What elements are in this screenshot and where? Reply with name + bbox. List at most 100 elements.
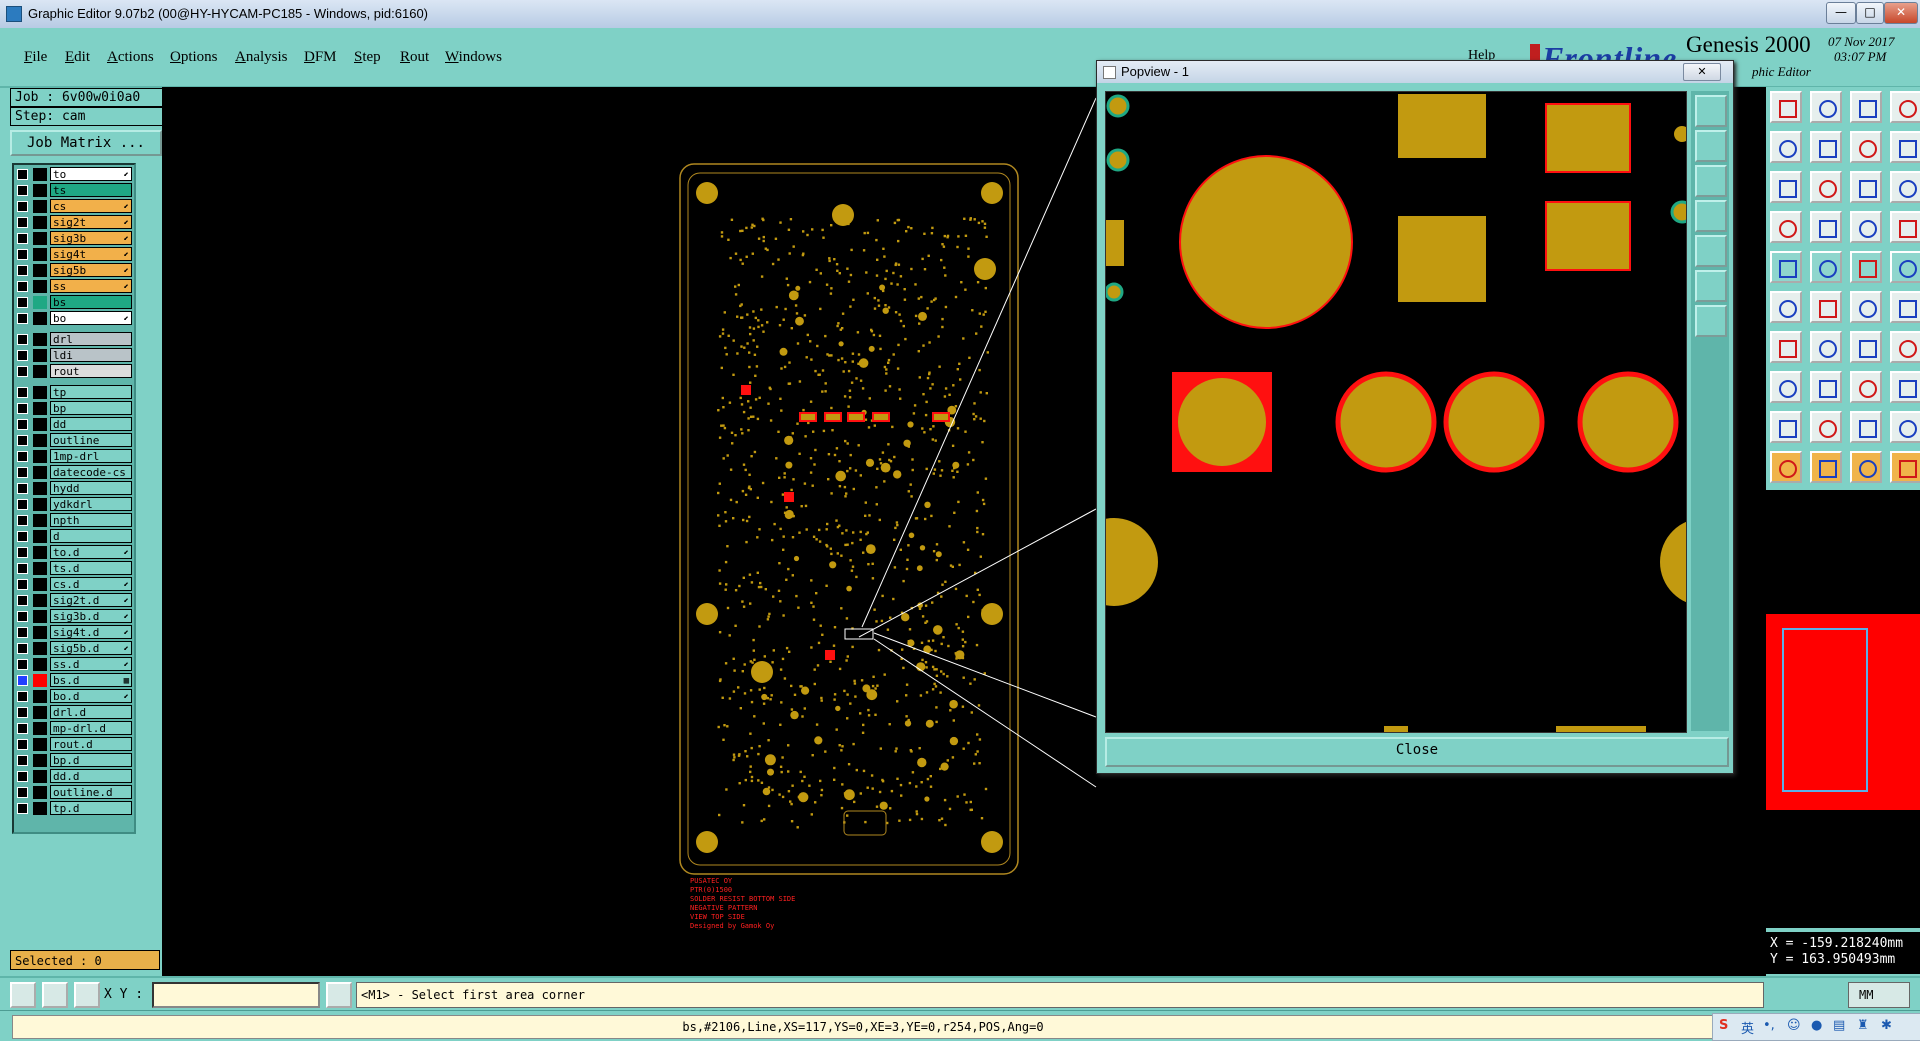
tool-button[interactable] <box>1890 91 1920 123</box>
layer-checkbox[interactable] <box>17 233 28 244</box>
layer-checkbox[interactable] <box>17 387 28 398</box>
measure-icon[interactable] <box>42 982 68 1008</box>
tool-button[interactable] <box>1810 291 1842 323</box>
layer-color-swatch[interactable] <box>33 498 47 511</box>
layer-row[interactable]: rout <box>14 364 134 379</box>
layer-name[interactable]: rout <box>50 364 132 378</box>
layer-color-swatch[interactable] <box>33 802 47 815</box>
popview-tool-button[interactable] <box>1695 95 1727 127</box>
layer-row[interactable]: datecode-cs <box>14 465 134 480</box>
layer-color-swatch[interactable] <box>33 482 47 495</box>
layer-checkbox[interactable] <box>17 723 28 734</box>
layer-color-swatch[interactable] <box>33 738 47 751</box>
layer-checkbox[interactable] <box>17 771 28 782</box>
snap-icon[interactable] <box>10 982 36 1008</box>
tool-button[interactable] <box>1810 411 1842 443</box>
layer-row[interactable]: ss.d ⬋ <box>14 657 134 672</box>
layer-color-swatch[interactable] <box>33 402 47 415</box>
layer-checkbox[interactable] <box>17 403 28 414</box>
tool-button[interactable] <box>1850 371 1882 403</box>
layer-checkbox[interactable] <box>17 691 28 702</box>
tool-button[interactable] <box>1770 171 1802 203</box>
layer-color-swatch[interactable] <box>33 610 47 623</box>
tool-button[interactable] <box>1850 411 1882 443</box>
layer-row[interactable]: bp <box>14 401 134 416</box>
layer-checkbox[interactable] <box>17 297 28 308</box>
tool-button[interactable] <box>1850 91 1882 123</box>
tool-button[interactable] <box>1890 331 1920 363</box>
emoji-icon[interactable]: ☺ <box>1787 1018 1801 1033</box>
layer-checkbox[interactable] <box>17 265 28 276</box>
layer-row[interactable]: dd.d <box>14 769 134 784</box>
layer-name[interactable]: bp <box>50 401 132 415</box>
layer-color-swatch[interactable] <box>33 200 47 213</box>
layer-color-swatch[interactable] <box>33 578 47 591</box>
layer-color-swatch[interactable] <box>33 386 47 399</box>
layer-checkbox[interactable] <box>17 547 28 558</box>
layer-row[interactable]: sig5b.d ⬋ <box>14 641 134 656</box>
layer-color-swatch[interactable] <box>33 674 47 687</box>
layer-color-swatch[interactable] <box>33 434 47 447</box>
layer-checkbox[interactable] <box>17 579 28 590</box>
layer-row[interactable]: bo.d ⬋ <box>14 689 134 704</box>
tool-button[interactable] <box>1850 291 1882 323</box>
layer-checkbox[interactable] <box>17 659 28 670</box>
layer-checkbox[interactable] <box>17 350 28 361</box>
layer-checkbox[interactable] <box>17 483 28 494</box>
layer-name[interactable]: to.d ⬋ <box>50 545 132 559</box>
layer-color-swatch[interactable] <box>33 642 47 655</box>
layer-color-swatch[interactable] <box>33 333 47 346</box>
layer-checkbox[interactable] <box>17 803 28 814</box>
layer-row[interactable]: tp.d <box>14 801 134 816</box>
layer-checkbox[interactable] <box>17 313 28 324</box>
menu-dfm[interactable]: DFM <box>304 49 337 66</box>
tool-button[interactable] <box>1810 211 1842 243</box>
layer-color-swatch[interactable] <box>33 514 47 527</box>
tool-button[interactable] <box>1850 251 1882 283</box>
layer-color-swatch[interactable] <box>33 594 47 607</box>
tool-button[interactable] <box>1890 411 1920 443</box>
layer-color-swatch[interactable] <box>33 562 47 575</box>
layer-row[interactable]: sig2t ⬋ <box>14 215 134 230</box>
layer-color-swatch[interactable] <box>33 365 47 378</box>
layer-color-swatch[interactable] <box>33 706 47 719</box>
tool-button[interactable] <box>1890 211 1920 243</box>
tool-button[interactable] <box>1770 131 1802 163</box>
layer-name[interactable]: dd <box>50 417 132 431</box>
layer-row[interactable]: bp.d <box>14 753 134 768</box>
layer-color-swatch[interactable] <box>33 349 47 362</box>
layer-checkbox[interactable] <box>17 515 28 526</box>
layer-name[interactable]: bs <box>50 295 132 309</box>
tool-button[interactable] <box>1770 451 1802 483</box>
popview-tool-button[interactable] <box>1695 270 1727 302</box>
layer-color-swatch[interactable] <box>33 168 47 181</box>
layer-name[interactable]: to ⬋ <box>50 167 132 181</box>
layer-row[interactable]: rout.d <box>14 737 134 752</box>
tool-button[interactable] <box>1810 371 1842 403</box>
layer-name[interactable]: bs.d ▦ <box>50 673 132 687</box>
layer-row[interactable]: ss ⬋ <box>14 279 134 294</box>
layer-row[interactable]: to ⬋ <box>14 167 134 182</box>
layer-row[interactable]: dd <box>14 417 134 432</box>
layer-checkbox[interactable] <box>17 611 28 622</box>
layer-color-swatch[interactable] <box>33 626 47 639</box>
layer-row[interactable]: drl <box>14 332 134 347</box>
layer-color-swatch[interactable] <box>33 248 47 261</box>
layer-name[interactable]: rout.d <box>50 737 132 751</box>
layer-name[interactable]: sig2t ⬋ <box>50 215 132 229</box>
layer-name[interactable]: bo ⬋ <box>50 311 132 325</box>
popview-tool-button[interactable] <box>1695 200 1727 232</box>
layer-name[interactable]: dd.d <box>50 769 132 783</box>
tool-button[interactable] <box>1890 451 1920 483</box>
layer-name[interactable]: ts.d <box>50 561 132 575</box>
layer-row[interactable]: ldi <box>14 348 134 363</box>
layer-row[interactable]: ts <box>14 183 134 198</box>
tool-button[interactable] <box>1890 131 1920 163</box>
layer-row[interactable]: sig3b.d ⬋ <box>14 609 134 624</box>
layer-row[interactable]: outline.d <box>14 785 134 800</box>
layer-name[interactable]: ts <box>50 183 132 197</box>
tools-icon[interactable]: ✱ <box>1881 1018 1892 1033</box>
tool-button[interactable] <box>1770 211 1802 243</box>
ime-logo-icon[interactable]: S <box>1719 1018 1728 1033</box>
layer-checkbox[interactable] <box>17 249 28 260</box>
